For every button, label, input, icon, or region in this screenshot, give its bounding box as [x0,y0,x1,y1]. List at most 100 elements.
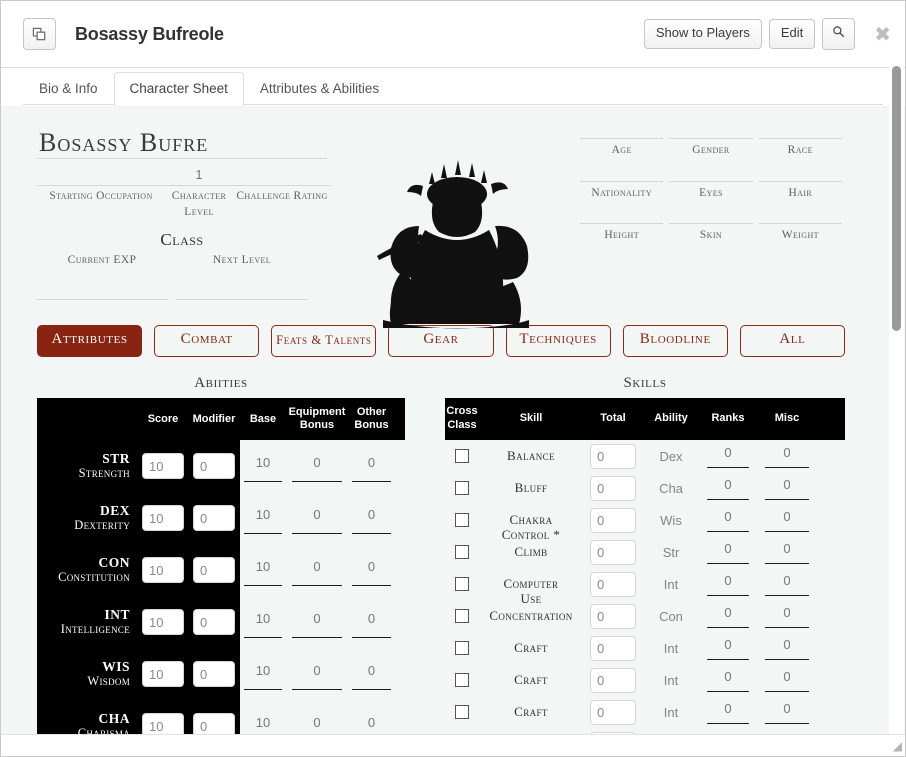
search-button[interactable] [822,18,856,50]
vital-eyes-field[interactable]: Eyes [666,180,755,202]
ability-base-cha[interactable]: 10 [240,700,286,734]
ability-equipment-dex[interactable]: 0 [286,492,348,544]
ability-base-str[interactable]: 10 [240,440,286,492]
tab-bio-info[interactable]: Bio & Info [23,72,114,105]
ability-equipment-wis[interactable]: 0 [286,648,348,700]
skill-ranks-craft-2[interactable]: 0 [699,668,757,692]
ability-modifier-input-dex[interactable] [193,505,235,531]
skill-misc-climb[interactable]: 0 [757,540,817,564]
skill-misc-balance[interactable]: 0 [757,444,817,468]
skill-misc-bluff[interactable]: 0 [757,476,817,500]
ability-base-int[interactable]: 10 [240,596,286,648]
ability-score-input-dex[interactable] [142,505,184,531]
vital-race-field[interactable]: Race [756,138,845,159]
character-sheet-scroll-area[interactable]: Bosassy Bufre Starting Occupation 1 Char… [1,106,905,734]
skill-cross-class-checkbox-balance[interactable] [455,449,469,463]
vital-skin-field[interactable]: Skin [666,223,755,244]
vital-hair-field[interactable]: Hair [756,180,845,202]
ability-equipment-con[interactable]: 0 [286,544,348,596]
skill-total-input-balance[interactable] [590,443,636,469]
nav-button-bloodline[interactable]: Bloodline [622,325,728,357]
skill-total-input-chakra-control[interactable] [590,507,636,533]
vertical-scrollbar-thumb[interactable] [892,66,901,331]
tab-character-sheet[interactable]: Character Sheet [113,72,244,106]
show-to-players-button[interactable]: Show to Players [643,19,762,49]
ability-base-con[interactable]: 10 [240,544,286,596]
ability-score-input-cha[interactable] [142,713,184,734]
close-icon[interactable]: ✖ [874,24,891,44]
skill-misc-craft-1[interactable]: 0 [757,636,817,660]
skill-misc-craft-2[interactable]: 0 [757,668,817,692]
ability-score-input-wis[interactable] [142,661,184,687]
character-level-field[interactable]: 1 Character Level [165,165,233,220]
skill-total-input-computer-use[interactable] [590,571,636,597]
ability-modifier-input-int[interactable] [193,609,235,635]
skill-total-input-concentration[interactable] [590,603,636,629]
edit-button[interactable]: Edit [768,19,816,49]
skill-cross-class-checkbox-bluff[interactable] [455,481,469,495]
skill-cross-class-checkbox-computer-use[interactable] [455,577,469,591]
skill-cross-class-checkbox-climb[interactable] [455,545,469,559]
vital-gender-field[interactable]: Gender [666,138,755,159]
ability-modifier-input-str[interactable] [193,453,235,479]
ability-equipment-int[interactable]: 0 [286,596,348,648]
vital-age-field[interactable]: Age [577,138,666,159]
vital-nationality-field[interactable]: Nationality [577,180,666,202]
challenge-rating-field[interactable]: Challenge Rating [233,165,331,220]
ability-other-wis[interactable]: 0 [348,648,395,700]
tab-attributes-abilities[interactable]: Attributes & Abilities [244,72,395,105]
ability-modifier-input-con[interactable] [193,557,235,583]
skill-ranks-concentration[interactable]: 0 [699,604,757,628]
nav-button-feats-talents[interactable]: Feats & Talents [271,325,377,357]
ability-score-input-con[interactable] [142,557,184,583]
character-portrait[interactable] [367,134,567,334]
starting-occupation-field[interactable]: Starting Occupation [37,165,165,220]
skill-misc-craft-3[interactable]: 0 [757,700,817,724]
skill-cross-class-checkbox-craft-1[interactable] [455,641,469,655]
skill-cross-class-checkbox-chakra-control[interactable] [455,513,469,527]
vital-weight-field[interactable]: Weight [756,223,845,244]
ability-equipment-cha[interactable]: 0 [286,700,348,734]
duplicate-icon-button[interactable] [23,18,56,50]
skill-cross-class-checkbox-craft-3[interactable] [455,705,469,719]
skill-total-input-craft-2[interactable] [590,667,636,693]
current-exp-field[interactable]: Current EXP [37,253,167,300]
resize-grip-icon[interactable]: ◢ [888,739,902,753]
skill-misc-concentration[interactable]: 0 [757,604,817,628]
skill-total-input-craft-1[interactable] [590,635,636,661]
ability-other-str[interactable]: 0 [348,440,395,492]
ability-other-con[interactable]: 0 [348,544,395,596]
skill-misc-chakra-control[interactable]: 0 [757,508,817,532]
ability-other-dex[interactable]: 0 [348,492,395,544]
abilities-table-header: Score Modifier Base Equipment Bonus Othe… [37,398,405,440]
ability-score-input-int[interactable] [142,609,184,635]
skill-total-input-climb[interactable] [590,539,636,565]
ability-other-int[interactable]: 0 [348,596,395,648]
skill-cross-class-checkbox-craft-2[interactable] [455,673,469,687]
vital-height-field[interactable]: Height [577,223,666,244]
ability-modifier-input-wis[interactable] [193,661,235,687]
next-level-field[interactable]: Next Level [177,253,307,300]
skill-total-input-bluff[interactable] [590,475,636,501]
skill-total-input-craft-3[interactable] [590,699,636,725]
skill-ranks-craft-3[interactable]: 0 [699,700,757,724]
skill-ranks-climb[interactable]: 0 [699,540,757,564]
ability-other-cha[interactable]: 0 [348,700,395,734]
ability-score-input-str[interactable] [142,453,184,479]
ability-base-dex[interactable]: 10 [240,492,286,544]
nav-button-combat[interactable]: Combat [154,325,260,357]
nav-button-all[interactable]: All [739,325,845,357]
skill-ranks-computer-use[interactable]: 0 [699,572,757,596]
skill-ranks-bluff[interactable]: 0 [699,476,757,500]
ability-equipment-str[interactable]: 0 [286,440,348,492]
skill-ranks-craft-1[interactable]: 0 [699,636,757,660]
vertical-scrollbar[interactable] [889,62,904,734]
horizontal-scrollbar[interactable]: ◢ [1,734,905,756]
nav-button-attributes[interactable]: Attributes [37,325,143,357]
skill-cross-class-checkbox-concentration[interactable] [455,609,469,623]
skill-ranks-balance[interactable]: 0 [699,444,757,468]
skill-misc-computer-use[interactable]: 0 [757,572,817,596]
ability-base-wis[interactable]: 10 [240,648,286,700]
ability-modifier-input-cha[interactable] [193,713,235,734]
skill-ranks-chakra-control[interactable]: 0 [699,508,757,532]
